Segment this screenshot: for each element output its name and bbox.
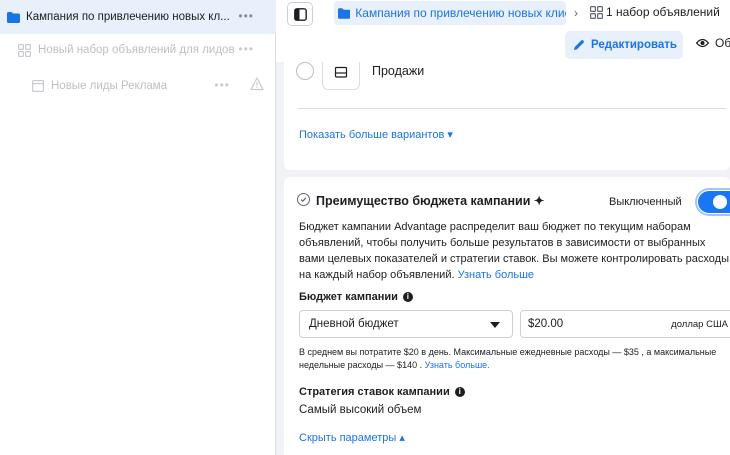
hide-parameters-link[interactable]: Скрыть параметры ▴	[299, 431, 405, 444]
show-more-options-link[interactable]: Показать больше вариантов ▾	[299, 128, 453, 141]
warning-icon	[250, 77, 264, 91]
sidebar-ad-label: Новые лиды Реклама	[51, 80, 168, 92]
grid-icon	[18, 43, 31, 57]
objective-option-label[interactable]: Продажи	[372, 64, 424, 78]
sidebar-toggle-icon	[293, 7, 307, 21]
toggle-state-label: Выключенный	[609, 196, 682, 208]
campaign-budget-label-text: Бюджет кампании	[299, 291, 398, 303]
top-bar: Кампания по привлечению новых клиен › 1 …	[276, 0, 730, 62]
more-options-icon[interactable]: •••	[238, 43, 254, 55]
bid-strategy-label-text: Стратегия ставок кампании	[299, 386, 450, 398]
grid-icon	[590, 5, 603, 19]
budget-card: Преимущество бюджета кампании ✦ Выключен…	[284, 177, 730, 455]
info-icon[interactable]: i	[402, 292, 413, 302]
learn-more-link[interactable]: Узнать больше	[458, 269, 534, 281]
breadcrumb-separator: ›	[574, 6, 578, 20]
breadcrumb-adset[interactable]: 1 набор объявлений	[590, 5, 720, 19]
edit-button[interactable]: Редактировать	[565, 31, 683, 59]
more-options-icon[interactable]: •••	[214, 79, 230, 91]
folder-icon	[7, 11, 20, 23]
bid-strategy-value: Самый высокий объем	[299, 404, 422, 416]
budget-type-value: Дневной бюджет	[309, 318, 399, 330]
eye-icon	[696, 38, 709, 48]
hint-learn-more-link[interactable]: Узнать больше.	[425, 360, 490, 370]
objective-radio[interactable]	[296, 62, 314, 80]
budget-advantage-title: Преимущество бюджета кампании ✦	[316, 194, 545, 208]
shopping-bag-icon	[334, 66, 348, 78]
sidebar-campaign-label: Кампания по привлечению новых кл...	[26, 11, 230, 23]
folder-icon	[338, 7, 351, 19]
currency-label: доллар США	[671, 319, 728, 330]
sidebar-item-ad[interactable]: Новые лиды Реклама •••	[0, 69, 276, 103]
main-content: Продажи Показать больше вариантов ▾ Преи…	[276, 62, 730, 455]
budget-type-select[interactable]: Дневной бюджет	[299, 310, 513, 338]
ad-icon	[32, 80, 44, 92]
edit-button-label: Редактировать	[591, 39, 677, 51]
breadcrumb-adset-label: 1 набор объявлений	[606, 5, 720, 19]
budget-amount-value: $20.00	[528, 318, 564, 330]
check-circle-icon	[297, 193, 310, 206]
budget-advantage-toggle[interactable]	[695, 188, 730, 216]
divider	[298, 108, 726, 109]
bid-strategy-label: Стратегия ставок кампании i	[299, 386, 465, 398]
caret-down-icon	[490, 322, 500, 328]
view-button-label: Об	[715, 36, 730, 50]
info-icon[interactable]: i	[454, 387, 465, 397]
budget-description: Бюджет кампании Advantage распределит ва…	[299, 219, 729, 283]
budget-hint: В среднем вы потратите $20 в день. Макси…	[299, 346, 730, 372]
panel-toggle-button[interactable]	[287, 2, 313, 26]
toggle-knob	[713, 195, 727, 209]
campaign-budget-label: Бюджет кампании i	[299, 291, 413, 303]
sidebar-adset-label: Новый набор объявлений для лидов	[38, 44, 235, 56]
view-button[interactable]: Об	[696, 36, 730, 50]
pencil-icon	[574, 40, 584, 50]
breadcrumb-campaign[interactable]: Кампания по привлечению новых клиен	[334, 1, 566, 25]
sidebar: Кампания по привлечению новых кл... ••• …	[0, 0, 276, 455]
objective-option-icon-box	[322, 62, 360, 90]
budget-hint-text: В среднем вы потратите $20 в день. Макси…	[299, 347, 717, 370]
more-options-icon[interactable]: •••	[238, 10, 254, 22]
budget-amount-input[interactable]: $20.00 доллар США	[520, 310, 730, 338]
sidebar-item-adset[interactable]: Новый набор объявлений для лидов •••	[0, 33, 276, 67]
objective-card: Продажи Показать больше вариантов ▾	[284, 62, 730, 170]
breadcrumb-campaign-label: Кампания по привлечению новых клиен	[355, 6, 566, 20]
sidebar-item-campaign[interactable]: Кампания по привлечению новых кл... •••	[0, 0, 276, 34]
